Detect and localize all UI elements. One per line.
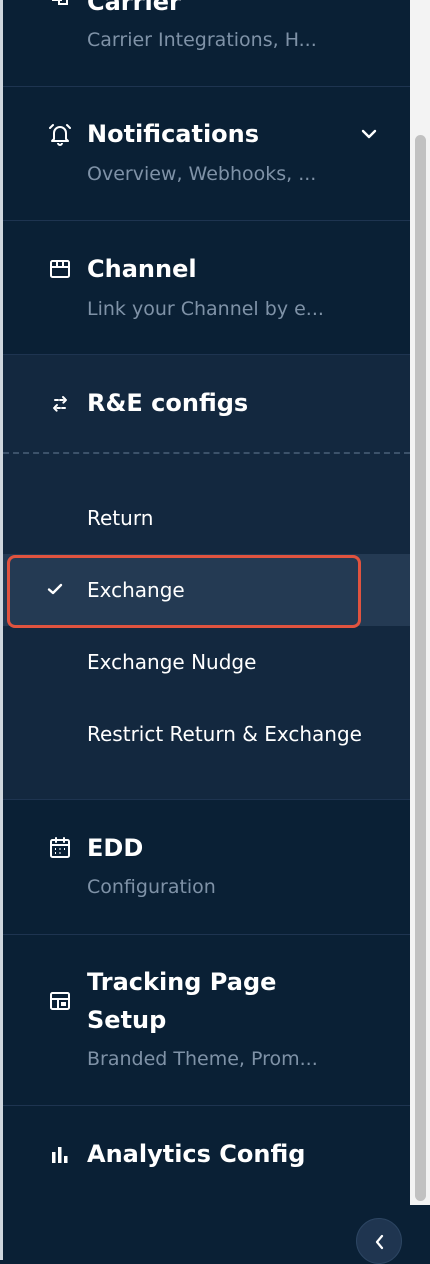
- scrollbar-thumb[interactable]: [415, 135, 426, 1201]
- nav-title-carrier: Carrier: [87, 0, 181, 16]
- nav-title-notifications: Notifications: [87, 120, 260, 148]
- nav-subtitle-carrier: Carrier Integrations, H...: [87, 29, 317, 51]
- sidebar-nav: Carrier Carrier Integrations, H... Notif…: [0, 0, 410, 1260]
- bottom-bar: [410, 1205, 430, 1260]
- nav-item-carrier[interactable]: Carrier Carrier Integrations, H...: [3, 0, 410, 87]
- chevron-left-icon: [375, 1234, 384, 1250]
- sub-item-label: Exchange Nudge: [87, 650, 257, 674]
- checkmark-icon: [46, 580, 64, 598]
- dashed-divider: [3, 452, 410, 454]
- layout-icon: [47, 988, 73, 1014]
- sub-item-return[interactable]: Return: [3, 482, 410, 554]
- nav-subtitle-edd: Configuration: [87, 876, 216, 898]
- bell-icon: [47, 121, 73, 147]
- nav-subtitle-notifications: Overview, Webhooks, ...: [87, 163, 317, 185]
- calendar-icon: [47, 835, 73, 861]
- nav-item-analytics-config[interactable]: Analytics Config: [3, 1106, 410, 1204]
- swap-arrows-icon: [47, 391, 73, 417]
- nav-title-channel: Channel: [87, 255, 197, 283]
- nav-item-channel[interactable]: Channel Link your Channel by e...: [3, 221, 410, 355]
- sub-item-exchange-nudge[interactable]: Exchange Nudge: [3, 626, 410, 698]
- nav-item-rne-configs[interactable]: R&E configs: [3, 355, 410, 452]
- store-icon: [47, 256, 73, 282]
- nav-subtitle-channel: Link your Channel by e...: [87, 298, 324, 320]
- nav-item-notifications[interactable]: Notifications Overview, Webhooks, ...: [3, 87, 410, 221]
- nav-title-rne-configs: R&E configs: [87, 389, 249, 417]
- nav-title-tracking-line2: Setup: [87, 1006, 167, 1034]
- nav-title-edd: EDD: [87, 834, 144, 862]
- chevron-down-icon[interactable]: [360, 125, 378, 143]
- sub-item-label: Return: [87, 506, 154, 530]
- nav-title-analytics-config: Analytics Config: [87, 1140, 306, 1168]
- carrier-icon: [47, 0, 73, 14]
- nav-item-tracking-page-setup[interactable]: Tracking Page Setup Branded Theme, Prom.…: [3, 935, 410, 1106]
- nav-title-tracking-line1: Tracking Page: [87, 968, 277, 996]
- sub-item-label: Exchange: [87, 578, 185, 602]
- sub-item-label: Restrict Return & Exchange: [87, 722, 362, 746]
- sub-item-restrict-return-exchange[interactable]: Restrict Return & Exchange: [3, 698, 410, 770]
- nav-group-rne-configs: R&E configs Return Exchange Exchange Nud…: [3, 355, 410, 800]
- nav-subtitle-tracking: Branded Theme, Prom...: [87, 1048, 318, 1070]
- bar-chart-icon: [47, 1142, 73, 1168]
- collapse-sidebar-button[interactable]: [356, 1218, 402, 1264]
- sub-item-exchange[interactable]: Exchange: [3, 554, 410, 626]
- nav-item-edd[interactable]: EDD Configuration: [3, 800, 410, 935]
